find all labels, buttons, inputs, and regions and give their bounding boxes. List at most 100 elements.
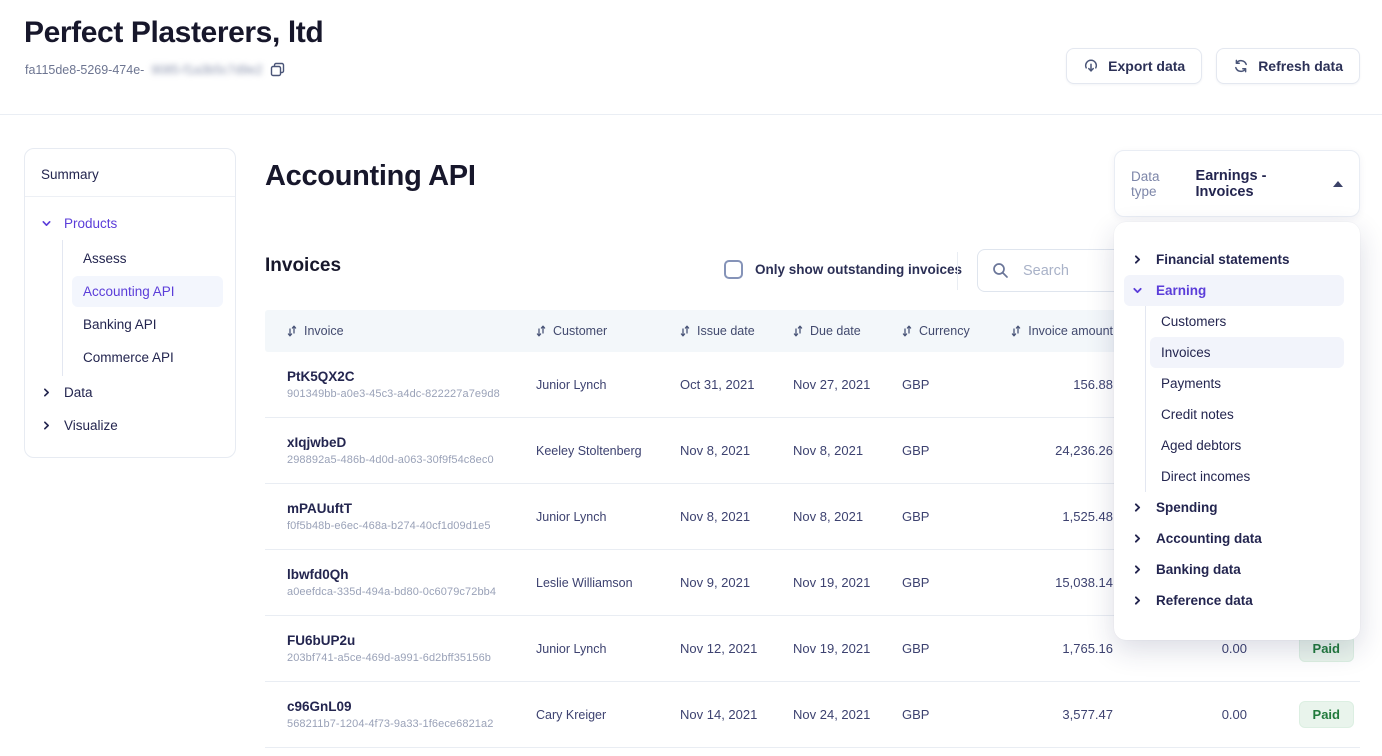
sidebar-item-commerce-api[interactable]: Commerce API (72, 342, 223, 373)
chevron-down-icon (1132, 285, 1143, 296)
currency: GBP (902, 443, 985, 458)
status-badge: Paid (1299, 701, 1354, 728)
column-label: Invoice (304, 324, 344, 338)
earning-children: Customers Invoices Payments Credit notes… (1145, 306, 1360, 492)
sidebar-divider (25, 196, 235, 197)
company-id-prefix: fa115de8-5269-474e- (25, 63, 144, 77)
dropdown-item-credit-notes[interactable]: Credit notes (1150, 399, 1344, 430)
customer-name: Cary Kreiger (536, 708, 680, 722)
currency: GBP (902, 707, 985, 722)
data-type-dropdown-panel: Financial statements Earning Customers I… (1114, 222, 1360, 640)
company-id: fa115de8-5269-474e- 9085-f1a3b5c7d9e2 (25, 62, 285, 77)
currency: GBP (902, 575, 985, 590)
chevron-right-icon (1132, 564, 1143, 575)
copy-icon[interactable] (270, 62, 285, 77)
customer-name: Keeley Stoltenberg (536, 444, 680, 458)
data-type-value: Earnings - Invoices (1196, 168, 1321, 200)
sort-arrows-icon (1011, 325, 1021, 337)
dropdown-item-aged-debtors[interactable]: Aged debtors (1150, 430, 1344, 461)
sidebar-item-banking-api[interactable]: Banking API (72, 309, 223, 340)
sidebar-item-assess[interactable]: Assess (72, 243, 223, 274)
company-id-redacted: 9085-f1a3b5c7d9e2 (151, 63, 262, 77)
export-data-button[interactable]: Export data (1066, 48, 1202, 84)
column-label: Due date (810, 324, 861, 338)
customer-name: Leslie Williamson (536, 576, 680, 590)
sidebar-item-visualize[interactable]: Visualize (25, 409, 235, 442)
column-label: Issue date (697, 324, 755, 338)
customer-name: Junior Lynch (536, 510, 680, 524)
dropdown-item-invoices[interactable]: Invoices (1150, 337, 1344, 368)
invoice-amount: 1,525.48 (985, 509, 1113, 524)
dropdown-item-spending[interactable]: Spending (1124, 492, 1344, 523)
caret-up-icon (1333, 181, 1343, 187)
page-title: Perfect Plasterers, ltd (24, 16, 323, 50)
column-header-invoice[interactable]: Invoice (265, 324, 536, 338)
invoice-amount: 156.88 (985, 377, 1113, 392)
dropdown-item-direct-incomes[interactable]: Direct incomes (1150, 461, 1344, 492)
sidebar-item-data[interactable]: Data (25, 376, 235, 409)
refresh-icon (1233, 58, 1249, 74)
due-date: Nov 19, 2021 (793, 641, 902, 656)
invoice-code: xIqjwbeD (287, 435, 536, 450)
due-date: Nov 19, 2021 (793, 575, 902, 590)
column-header-issue-date[interactable]: Issue date (680, 324, 793, 338)
dropdown-item-banking-data[interactable]: Banking data (1124, 554, 1344, 585)
controls-divider (957, 252, 958, 290)
amount-due: 0.00 (1113, 641, 1247, 656)
dropdown-item-accounting-data[interactable]: Accounting data (1124, 523, 1344, 554)
dropdown-item-label: Financial statements (1156, 252, 1290, 267)
dropdown-item-label: Earning (1156, 283, 1206, 298)
due-date: Nov 8, 2021 (793, 443, 902, 458)
sort-arrows-icon (287, 325, 297, 337)
dropdown-item-label: Banking data (1156, 562, 1241, 577)
outstanding-invoices-label: Only show outstanding invoices (755, 262, 962, 277)
column-header-customer[interactable]: Customer (536, 324, 680, 338)
chevron-right-icon (41, 420, 52, 431)
due-date: Nov 27, 2021 (793, 377, 902, 392)
issue-date: Nov 8, 2021 (680, 443, 793, 458)
sidebar-item-label: Products (64, 216, 117, 231)
dropdown-item-label: Spending (1156, 500, 1218, 515)
sort-arrows-icon (680, 325, 690, 337)
products-children: Assess Accounting API Banking API Commer… (62, 240, 235, 376)
dropdown-item-customers[interactable]: Customers (1150, 306, 1344, 337)
data-type-label: Data type (1131, 169, 1186, 199)
invoice-code: FU6bUP2u (287, 633, 536, 648)
refresh-data-button[interactable]: Refresh data (1216, 48, 1360, 84)
search-icon (992, 262, 1009, 279)
dropdown-item-payments[interactable]: Payments (1150, 368, 1344, 399)
column-header-currency[interactable]: Currency (902, 324, 985, 338)
dropdown-item-reference-data[interactable]: Reference data (1124, 585, 1344, 616)
amount-due: 0.00 (1113, 707, 1247, 722)
invoice-amount: 1,765.16 (985, 641, 1113, 656)
outstanding-invoices-checkbox[interactable] (724, 260, 743, 279)
column-header-invoice-amount[interactable]: Invoice amount (985, 324, 1113, 338)
invoice-code: c96GnL09 (287, 699, 536, 714)
issue-date: Nov 12, 2021 (680, 641, 793, 656)
main-page-title: Accounting API (265, 160, 476, 193)
dropdown-item-financial-statements[interactable]: Financial statements (1124, 244, 1344, 275)
invoice-id: 203bf741-a5ce-469d-a991-6d2bff35156b (287, 652, 536, 664)
invoice-id: 901349bb-a0e3-45c3-a4dc-822227a7e9d8 (287, 388, 536, 400)
sidebar-item-products[interactable]: Products (25, 207, 235, 240)
data-type-select[interactable]: Data type Earnings - Invoices (1114, 150, 1360, 217)
invoice-amount: 15,038.14 (985, 575, 1113, 590)
sidebar-item-accounting-api[interactable]: Accounting API (72, 276, 223, 307)
issue-date: Nov 8, 2021 (680, 509, 793, 524)
invoice-code: mPAUuftT (287, 501, 536, 516)
sort-arrows-icon (536, 325, 546, 337)
sidebar-item-label: Visualize (64, 418, 118, 433)
header-divider (0, 114, 1382, 115)
issue-date: Nov 9, 2021 (680, 575, 793, 590)
sidebar-item-summary[interactable]: Summary (25, 165, 235, 196)
dropdown-item-earning[interactable]: Earning (1124, 275, 1344, 306)
column-label: Customer (553, 324, 607, 338)
column-header-due-date[interactable]: Due date (793, 324, 902, 338)
invoice-code: lbwfd0Qh (287, 567, 536, 582)
invoice-amount: 24,236.26 (985, 443, 1113, 458)
customer-name: Junior Lynch (536, 378, 680, 392)
currency: GBP (902, 641, 985, 656)
table-row[interactable]: c96GnL09568211b7-1204-4f73-9a33-1f6ece68… (265, 682, 1360, 748)
column-label: Invoice amount (1028, 324, 1113, 338)
issue-date: Oct 31, 2021 (680, 377, 793, 392)
